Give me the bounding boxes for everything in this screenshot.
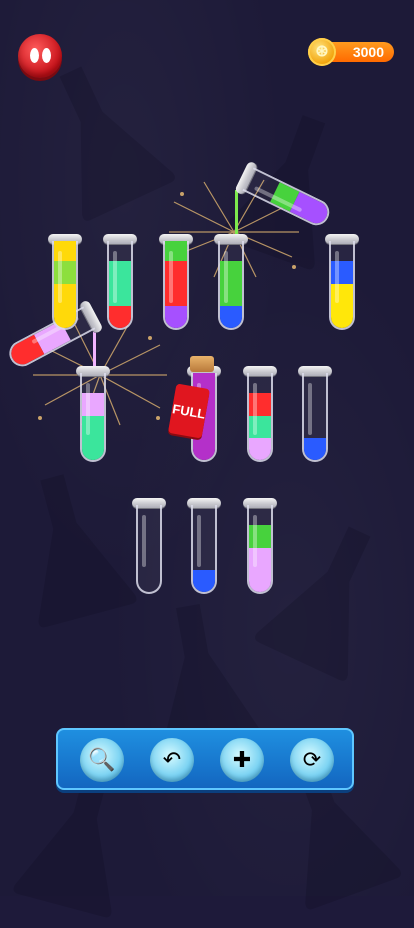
liquid-layer (193, 569, 215, 592)
tube-r2-4[interactable] (298, 366, 332, 462)
liquid-layer (249, 437, 271, 460)
liquid-layer (193, 437, 215, 460)
avatar-eye (30, 48, 39, 63)
tube-r3-2[interactable] (187, 498, 221, 594)
liquid-layer (220, 305, 242, 328)
liquid-layer (331, 305, 353, 328)
power-up-tray: 🔍 ↶ ✚ ⟳ (56, 728, 354, 790)
tube-r1-5[interactable] (325, 234, 359, 330)
liquid-layer (165, 305, 187, 328)
tube-glass (136, 505, 162, 594)
tube-r2-3[interactable] (243, 366, 277, 462)
hint-icon: 🔍 (88, 747, 116, 772)
tube-glass (247, 505, 273, 594)
cork-icon (190, 356, 214, 372)
tube-glass (247, 373, 273, 462)
coin-icon: ⊛ (308, 38, 336, 66)
pour-stream (93, 330, 96, 370)
tube-glass (302, 373, 328, 462)
tube-glass (329, 241, 355, 330)
tube-glass (163, 241, 189, 330)
restart-icon: ⟳ (302, 747, 322, 772)
add-tube-button[interactable]: ✚ (220, 738, 264, 782)
avatar-eye (42, 48, 51, 63)
tube-liquid (193, 569, 215, 592)
liquid-layer (249, 569, 271, 592)
tube-glass (191, 505, 217, 594)
liquid-layer (109, 305, 131, 328)
tube-r3-3[interactable] (243, 498, 277, 594)
coin-count: 3000 (352, 44, 384, 60)
liquid-layer (304, 437, 326, 460)
tube-r1-1[interactable] (48, 234, 82, 330)
tube-glass (107, 241, 133, 330)
red-blob-avatar-icon[interactable] (18, 34, 62, 78)
tube-r1-4[interactable] (214, 234, 248, 330)
liquid-layer (54, 305, 76, 328)
add-tube-icon: ✚ (232, 747, 252, 772)
restart-button[interactable]: ⟳ (290, 738, 334, 782)
coin-counter: ⊛ 3000 (308, 38, 394, 66)
tube-r3-1[interactable] (132, 498, 166, 594)
tube-r1-2[interactable] (103, 234, 137, 330)
tube-r1-3[interactable] (159, 234, 193, 330)
undo-button[interactable]: ↶ (150, 738, 194, 782)
tube-glass (80, 373, 106, 462)
tube-r2-1[interactable] (76, 366, 110, 462)
liquid-layer (82, 437, 104, 460)
tube-liquid (304, 437, 326, 460)
hint-button[interactable]: 🔍 (80, 738, 124, 782)
undo-icon: ↶ (162, 747, 182, 772)
tube-glass (218, 241, 244, 330)
tube-glass (52, 241, 78, 330)
full-tag-label: FULL (171, 400, 207, 422)
pour-stream (235, 190, 238, 240)
